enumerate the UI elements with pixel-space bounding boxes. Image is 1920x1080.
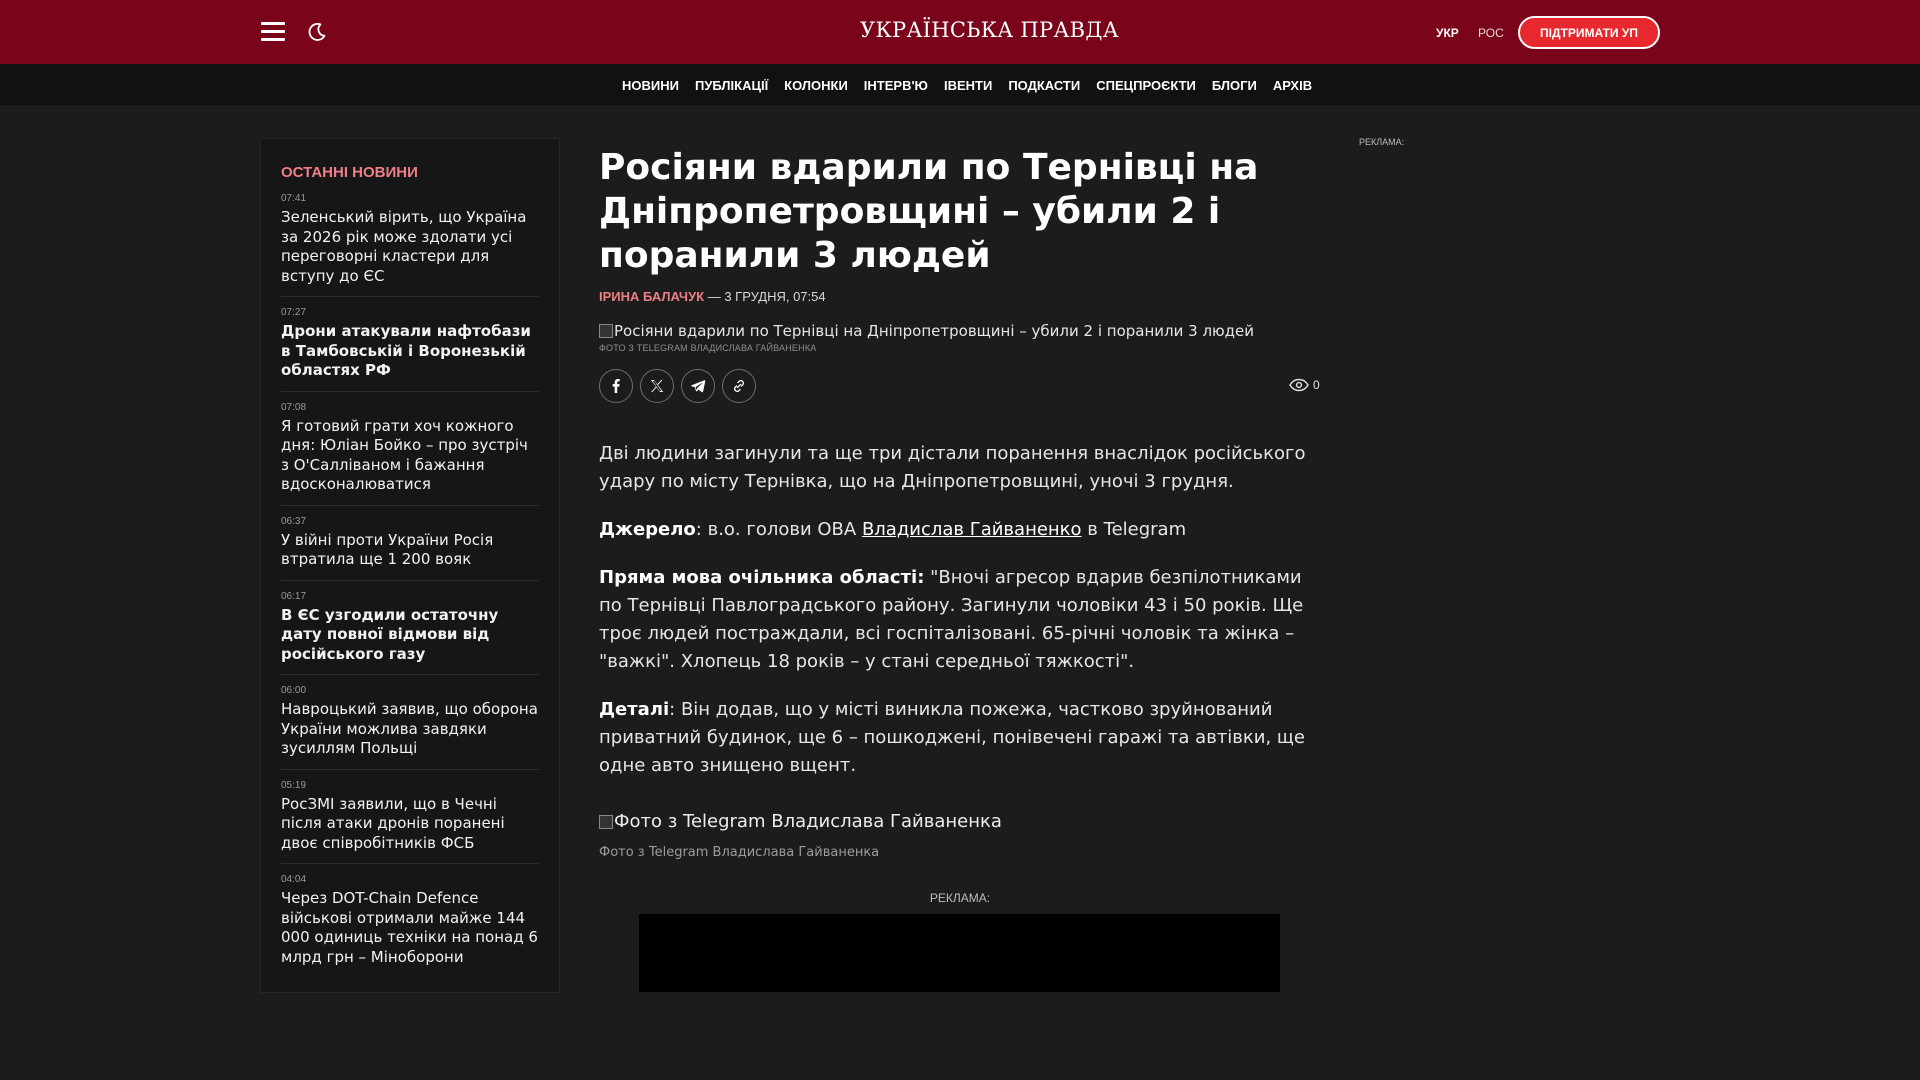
views-counter: 0 — [1289, 378, 1320, 392]
details-text: : Він додав, що у місті виникла пожежа, … — [599, 699, 1305, 776]
news-time: 04:04 — [281, 874, 307, 885]
moon-icon[interactable] — [305, 20, 329, 44]
news-item[interactable]: 06:37 У війні проти України Росія втрати… — [281, 516, 539, 581]
news-list: 07:41 Зеленський вірить, що Україна за 2… — [281, 193, 539, 987]
news-time: 07:08 — [281, 401, 307, 413]
article-source: Джерело: в.о. голови ОВА Владислав Гайва… — [599, 516, 1319, 544]
source-text-pre: : в.о. голови ОВА — [695, 519, 862, 540]
news-title[interactable]: РосЗМІ заявили, що в Чечні після атаки д… — [281, 795, 539, 854]
nav-items: НОВИНИ ПУБЛІКАЦІЇ КОЛОНКИ ІНТЕРВ'Ю ІВЕНТ… — [622, 64, 1312, 107]
nav-item-columns[interactable]: КОЛОНКИ — [784, 78, 848, 93]
lang-ros-link[interactable]: РОС — [1478, 26, 1504, 40]
source-text-post: в Telegram — [1081, 519, 1187, 540]
article-details: Деталі: Він додав, що у місті виникла по… — [599, 696, 1319, 780]
author-link[interactable]: ІРИНА БАЛАЧУК — [599, 289, 704, 304]
news-time: 05:19 — [281, 779, 307, 791]
hamburger-menu-icon[interactable] — [261, 22, 285, 42]
news-time: 06:00 — [281, 685, 307, 696]
eye-icon — [1289, 378, 1309, 392]
news-item[interactable]: 06:17 В ЄС узгодили остаточну дату повно… — [281, 590, 539, 675]
publish-date: — 3 ГРУДНЯ, 07:54 — [704, 289, 826, 304]
nav-item-events[interactable]: ІВЕНТИ — [944, 78, 992, 93]
facebook-share-button[interactable] — [599, 369, 633, 403]
support-button[interactable]: ПІДТРИМАТИ УП — [1518, 16, 1660, 49]
news-item[interactable]: 07:27 Дрони атакували нафтобази в Тамбов… — [281, 307, 539, 392]
inline-photo: Фото з Telegram Владислава Гайваненка — [599, 811, 1002, 832]
article-title: Росіяни вдарили по Тернівці на Дніпропет… — [599, 147, 1259, 276]
nav-item-news[interactable]: НОВИНИ — [622, 78, 679, 93]
news-title[interactable]: Зеленський вірить, що Україна за 2026 рі… — [281, 208, 539, 286]
lang-ukr-link[interactable]: УКР — [1436, 26, 1459, 40]
article-lead: Дві людини загинули та ще три дістали по… — [599, 443, 1306, 492]
news-title[interactable]: Я готовий грати хоч кожного дня: Юліан Б… — [281, 417, 539, 495]
article-body: Дві людини загинули та ще три дістали по… — [599, 440, 1319, 800]
nav-item-publications[interactable]: ПУБЛІКАЦІЇ — [695, 78, 768, 93]
copy-link-button[interactable] — [722, 369, 756, 403]
news-time: 07:41 — [281, 193, 307, 204]
details-label: Деталі — [599, 699, 670, 720]
source-label: Джерело — [599, 519, 696, 540]
main-nav: НОВИНИ ПУБЛІКАЦІЇ КОЛОНКИ ІНТЕРВ'Ю ІВЕНТ… — [0, 64, 1920, 107]
ad-label-right: РЕКЛАМА: — [1359, 137, 1405, 147]
news-title[interactable]: У війні проти України Росія втратила ще … — [281, 531, 539, 570]
news-title[interactable]: В ЄС узгодили остаточну дату повної відм… — [281, 606, 539, 665]
news-title[interactable]: Через DOT-Chain Defence військові отрима… — [281, 889, 539, 967]
broken-image-icon — [599, 815, 613, 829]
site-logo[interactable]: УКРАЇНСЬКА ПРАВДА — [860, 18, 1119, 46]
x-share-button[interactable] — [640, 369, 674, 403]
main-photo: Росіяни вдарили по Тернівці на Дніпропет… — [599, 322, 1319, 340]
article-quote: Пряма мова очільника області: "Вночі агр… — [599, 564, 1319, 676]
x-icon — [651, 380, 664, 392]
nav-item-interviews[interactable]: ІНТЕРВ'Ю — [864, 78, 928, 93]
latest-news-sidebar: ОСТАННІ НОВИНИ 07:41 Зеленський вірить, … — [260, 138, 560, 993]
nav-item-archive[interactable]: АРХІВ — [1273, 78, 1312, 93]
news-item[interactable]: 06:00 Навроцький заявив, що оборона Укра… — [281, 685, 539, 770]
nav-item-podcasts[interactable]: ПОДКАСТИ — [1008, 78, 1080, 93]
main-photo-alt: Росіяни вдарили по Тернівці на Дніпропет… — [614, 322, 1255, 340]
broken-image-icon — [599, 324, 613, 338]
news-item[interactable]: 05:19 РосЗМІ заявили, що в Чечні після а… — [281, 779, 539, 864]
news-title[interactable]: Дрони атакували нафтобази в Тамбовській … — [281, 322, 539, 381]
ad-label: РЕКЛАМА: — [929, 891, 991, 905]
telegram-icon — [691, 380, 706, 393]
byline: ІРИНА БАЛАЧУК — 3 ГРУДНЯ, 07:54 — [599, 289, 826, 304]
news-title[interactable]: Навроцький заявив, що оборона України мо… — [281, 700, 539, 759]
news-item[interactable]: 07:41 Зеленський вірить, що Україна за 2… — [281, 193, 539, 297]
views-count: 0 — [1313, 378, 1320, 392]
main-photo-credit: ФОТО З TELEGRAM ВЛАДИСЛАВА ГАЙВАНЕНКА — [599, 343, 817, 353]
facebook-icon — [612, 379, 620, 393]
sidebar-title: ОСТАННІ НОВИНИ — [281, 164, 418, 181]
link-icon — [734, 380, 744, 392]
news-time: 07:27 — [281, 307, 307, 318]
news-item[interactable]: 07:08 Я готовий грати хоч кожного дня: Ю… — [281, 402, 539, 506]
telegram-share-button[interactable] — [681, 369, 715, 403]
inline-photo-caption: Фото з Telegram Владислава Гайваненка — [599, 845, 880, 860]
share-buttons — [599, 369, 756, 403]
source-link[interactable]: Владислав Гайваненко — [862, 519, 1082, 540]
inline-photo-alt: Фото з Telegram Владислава Гайваненка — [614, 811, 1002, 832]
quote-label: Пряма мова очільника області: — [599, 567, 925, 588]
ad-banner[interactable] — [639, 914, 1280, 992]
news-time: 06:37 — [281, 515, 307, 527]
nav-item-specprojects[interactable]: СПЕЦПРОЄКТИ — [1096, 78, 1196, 93]
news-time: 06:17 — [281, 590, 307, 602]
news-item[interactable]: 04:04 Через DOT-Chain Defence військові … — [281, 874, 539, 977]
nav-item-blogs[interactable]: БЛОГИ — [1212, 78, 1257, 93]
site-header: УКРАЇНСЬКА ПРАВДА УКР РОС ПІДТРИМАТИ УП — [0, 0, 1920, 64]
